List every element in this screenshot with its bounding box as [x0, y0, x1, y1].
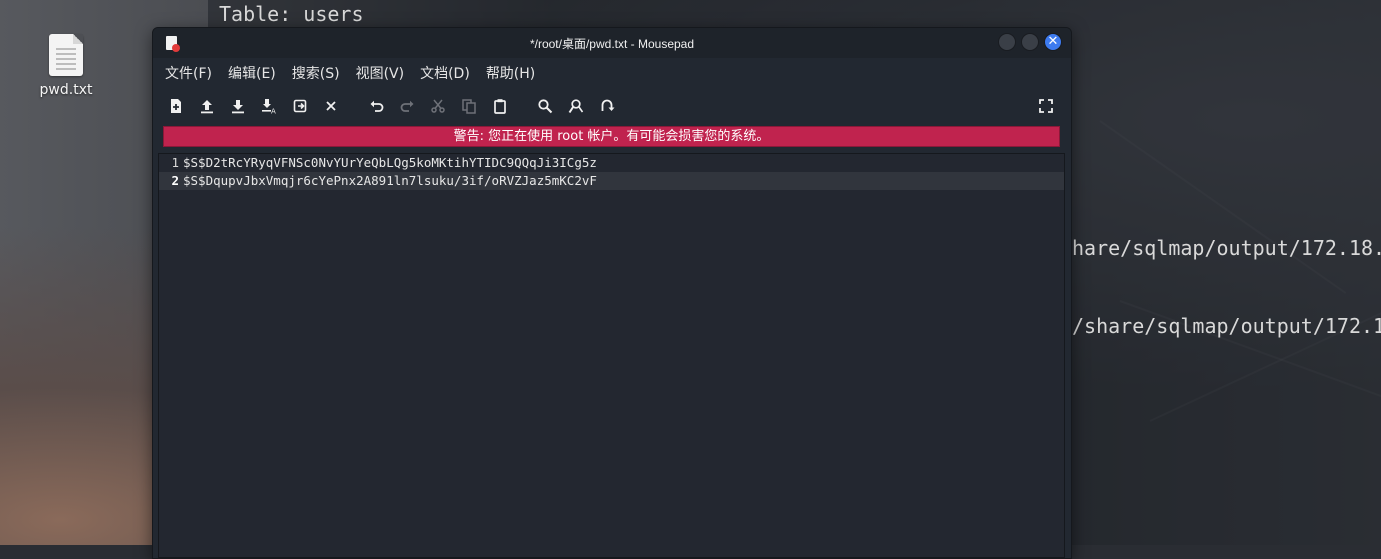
maximize-button[interactable]	[1021, 33, 1039, 51]
line-text: $S$DqupvJbxVmqjr6cYePnx2A891ln7lsuku/3if…	[183, 173, 597, 188]
editor-line: 1 $S$D2tRcYRyqVFNSc0NvYUrYeQbLQg5koMKtih…	[159, 154, 1064, 172]
toolbar: A	[153, 89, 1071, 123]
desktop-file-pwd[interactable]: pwd.txt	[30, 34, 102, 98]
menu-help[interactable]: 帮助(H)	[486, 63, 535, 83]
text-file-icon	[49, 34, 83, 76]
title-bar[interactable]: */root/桌面/pwd.txt - Mousepad ✕	[153, 28, 1071, 58]
terminal-line: Table: users	[219, 2, 364, 26]
undo-icon[interactable]	[366, 95, 388, 117]
close-tab-icon[interactable]	[320, 95, 342, 117]
menu-file[interactable]: 文件(F)	[165, 63, 212, 83]
paste-icon[interactable]	[489, 95, 511, 117]
open-file-icon[interactable]	[196, 95, 218, 117]
save-as-icon[interactable]: A	[258, 95, 280, 117]
reload-icon[interactable]	[289, 95, 311, 117]
minimize-button[interactable]	[998, 33, 1016, 51]
root-warning-banner: 警告: 您正在使用 root 帐户。有可能会损害您的系统。	[163, 126, 1060, 147]
save-icon[interactable]	[227, 95, 249, 117]
svg-text:A: A	[271, 108, 276, 115]
window-title: */root/桌面/pwd.txt - Mousepad	[529, 37, 695, 51]
terminal-line: /share/sqlmap/output/172.1	[1072, 314, 1381, 338]
text-editor[interactable]: 1 $S$D2tRcYRyqVFNSc0NvYUrYeQbLQg5koMKtih…	[158, 153, 1065, 558]
close-button[interactable]: ✕	[1044, 33, 1062, 51]
editor-line-current: 2 $S$DqupvJbxVmqjr6cYePnx2A891ln7lsuku/3…	[159, 172, 1064, 190]
menu-edit[interactable]: 编辑(E)	[228, 63, 276, 83]
copy-icon[interactable]	[458, 95, 480, 117]
line-number: 1	[171, 155, 179, 170]
goto-line-icon[interactable]	[596, 95, 618, 117]
mousepad-window: */root/桌面/pwd.txt - Mousepad ✕ 文件(F) 编辑(…	[152, 27, 1072, 559]
menu-bar: 文件(F) 编辑(E) 搜索(S) 视图(V) 文档(D) 帮助(H)	[153, 58, 1071, 88]
line-number: 2	[171, 173, 179, 188]
menu-document[interactable]: 文档(D)	[420, 63, 470, 83]
redo-icon[interactable]	[396, 95, 418, 117]
fullscreen-icon[interactable]	[1035, 95, 1057, 117]
find-replace-icon[interactable]	[565, 95, 587, 117]
find-icon[interactable]	[534, 95, 556, 117]
line-text: $S$D2tRcYRyqVFNSc0NvYUrYeQbLQg5koMKtihYT…	[183, 155, 597, 170]
terminal-line: hare/sqlmap/output/172.18.	[1072, 236, 1381, 260]
cut-icon[interactable]	[427, 95, 449, 117]
desktop-file-label: pwd.txt	[39, 82, 93, 98]
menu-view[interactable]: 视图(V)	[356, 63, 405, 83]
new-document-icon[interactable]	[165, 95, 187, 117]
menu-search[interactable]: 搜索(S)	[292, 63, 340, 83]
